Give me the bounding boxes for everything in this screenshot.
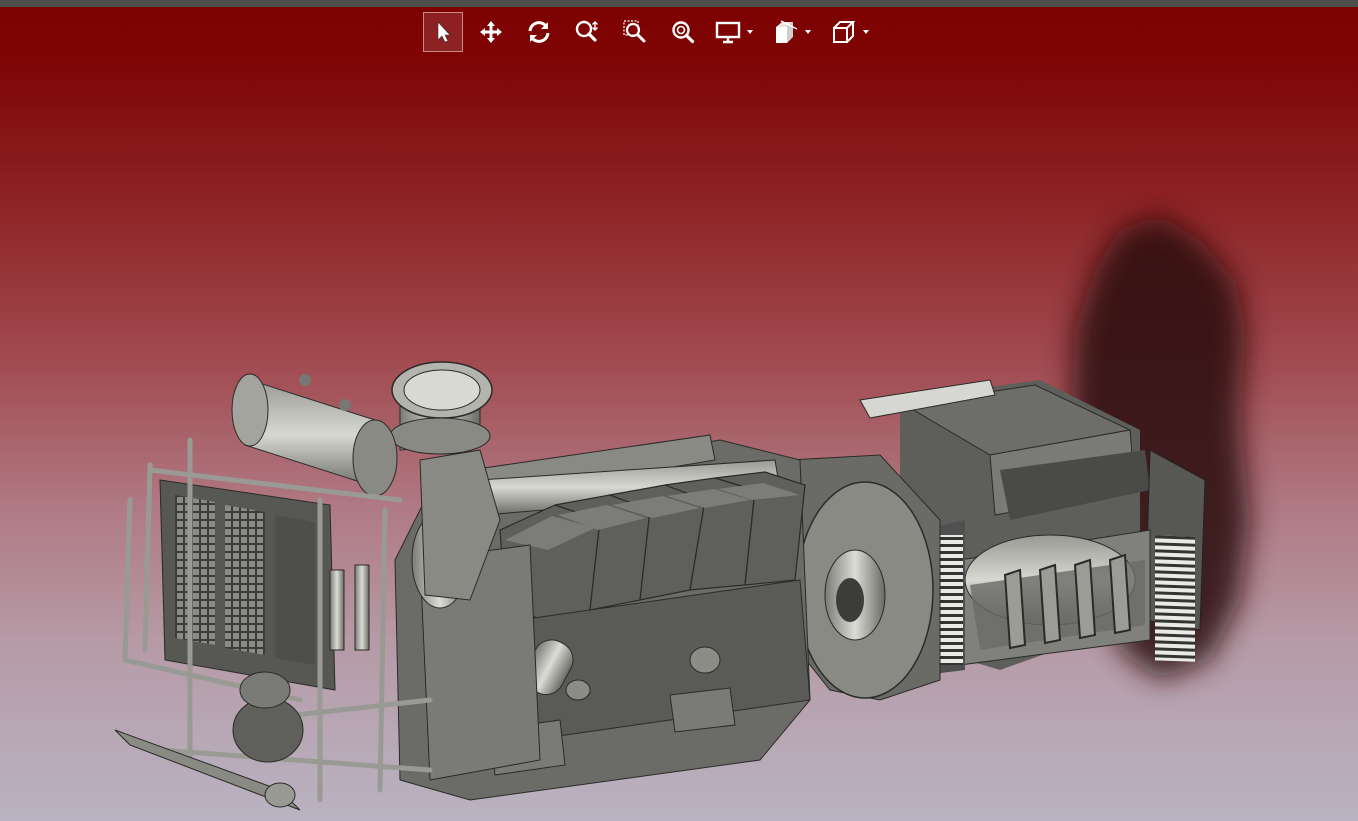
3d-viewport[interactable] xyxy=(0,0,1358,821)
cooler-frame xyxy=(114,437,433,811)
expansion-tank xyxy=(231,373,398,497)
genset-3d-model[interactable] xyxy=(0,0,1358,821)
engine-block xyxy=(394,434,811,801)
exhaust-outlet xyxy=(389,361,493,455)
